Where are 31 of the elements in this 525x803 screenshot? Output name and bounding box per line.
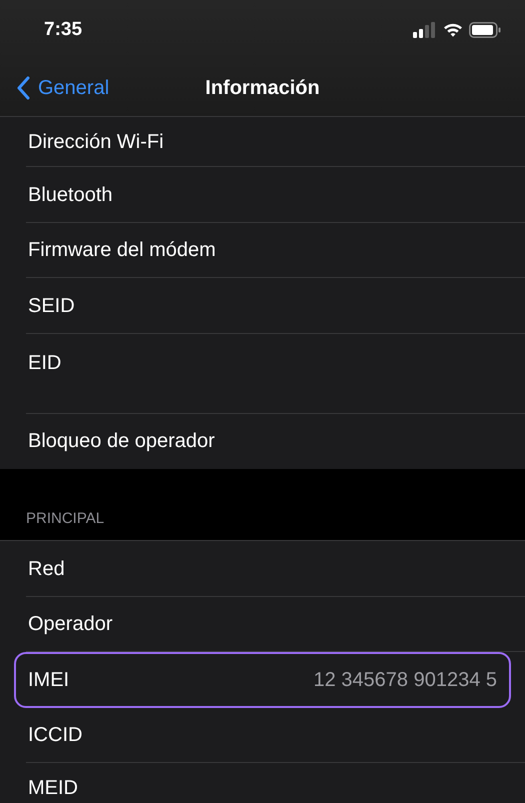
status-time: 7:35 [44, 18, 82, 42]
settings-row[interactable]: Operador [14, 596, 511, 652]
row-label: EID [28, 350, 62, 376]
row-label: Bloqueo de operador [28, 429, 215, 454]
settings-row[interactable]: ICCID [14, 708, 511, 763]
back-button[interactable]: General [0, 73, 110, 103]
settings-row[interactable]: Bluetooth [14, 167, 511, 222]
row-label: IMEI [28, 668, 70, 693]
highlighted-row[interactable]: IMEI 12 345678 901234 5 [14, 652, 511, 708]
row-label: MEID [28, 776, 78, 801]
row-label: Red [28, 556, 65, 582]
row-value: 12 345678 901234 5 [313, 668, 497, 693]
row-label: Bluetooth [28, 182, 113, 208]
battery-icon [469, 22, 501, 38]
wifi-icon [443, 22, 463, 38]
row-label: Operador [28, 612, 112, 638]
row-label: Dirección Wi-Fi [28, 130, 164, 155]
settings-row[interactable]: SEID [14, 278, 511, 334]
row-label: ICCID [28, 723, 82, 748]
section-header: PRINCIPAL [26, 508, 104, 528]
settings-row[interactable]: Dirección Wi-Fi [14, 117, 511, 167]
settings-row[interactable]: Firmware del módem [14, 222, 511, 278]
row-label: SEID [28, 294, 75, 319]
page-title: Información [205, 76, 320, 101]
chevron-left-icon [16, 76, 30, 100]
settings-row[interactable]: EID [14, 334, 511, 414]
settings-row[interactable]: Bloqueo de operador [14, 414, 511, 469]
settings-row[interactable]: Red [14, 541, 511, 596]
settings-row[interactable]: MEID [14, 763, 511, 803]
signal-icon [413, 22, 437, 38]
row-label: Firmware del módem [28, 238, 216, 264]
